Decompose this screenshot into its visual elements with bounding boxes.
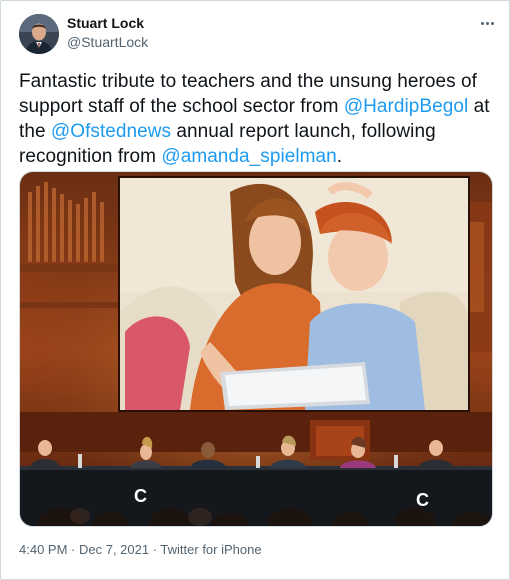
svg-text:C: C: [416, 490, 429, 510]
separator-dot: ·: [67, 542, 79, 557]
tweet-text: Fantastic tribute to teachers and the un…: [19, 69, 497, 169]
mention-hardipbegol-link[interactable]: @HardipBegol: [344, 96, 468, 117]
more-dots-icon: [480, 21, 484, 25]
more-options-button[interactable]: [476, 13, 498, 33]
svg-text:C: C: [134, 486, 147, 506]
mention-ofstednews-link[interactable]: @Ofstednews: [51, 121, 171, 142]
tweet-card: Stuart Lock @StuartLock Fantastic tribut…: [0, 0, 510, 580]
tweet-date[interactable]: Dec 7, 2021: [79, 542, 149, 557]
tweet-source[interactable]: Twitter for iPhone: [160, 542, 261, 557]
profile-photo-icon: [19, 14, 59, 54]
author-avatar[interactable]: [19, 14, 59, 54]
tweet-time[interactable]: 4:40 PM: [19, 542, 67, 557]
author-name[interactable]: Stuart Lock: [67, 15, 144, 31]
mention-amanda-spielman-link[interactable]: @amanda_spielman: [161, 146, 336, 167]
tweet-text-part: .: [336, 146, 343, 167]
separator-dot: ·: [149, 542, 161, 557]
event-photo-illustration: C C: [20, 172, 492, 526]
author-handle[interactable]: @StuartLock: [67, 34, 148, 50]
tweet-metadata: 4:40 PM · Dec 7, 2021 · Twitter for iPho…: [19, 542, 262, 557]
tweet-photo[interactable]: C C: [19, 171, 493, 527]
